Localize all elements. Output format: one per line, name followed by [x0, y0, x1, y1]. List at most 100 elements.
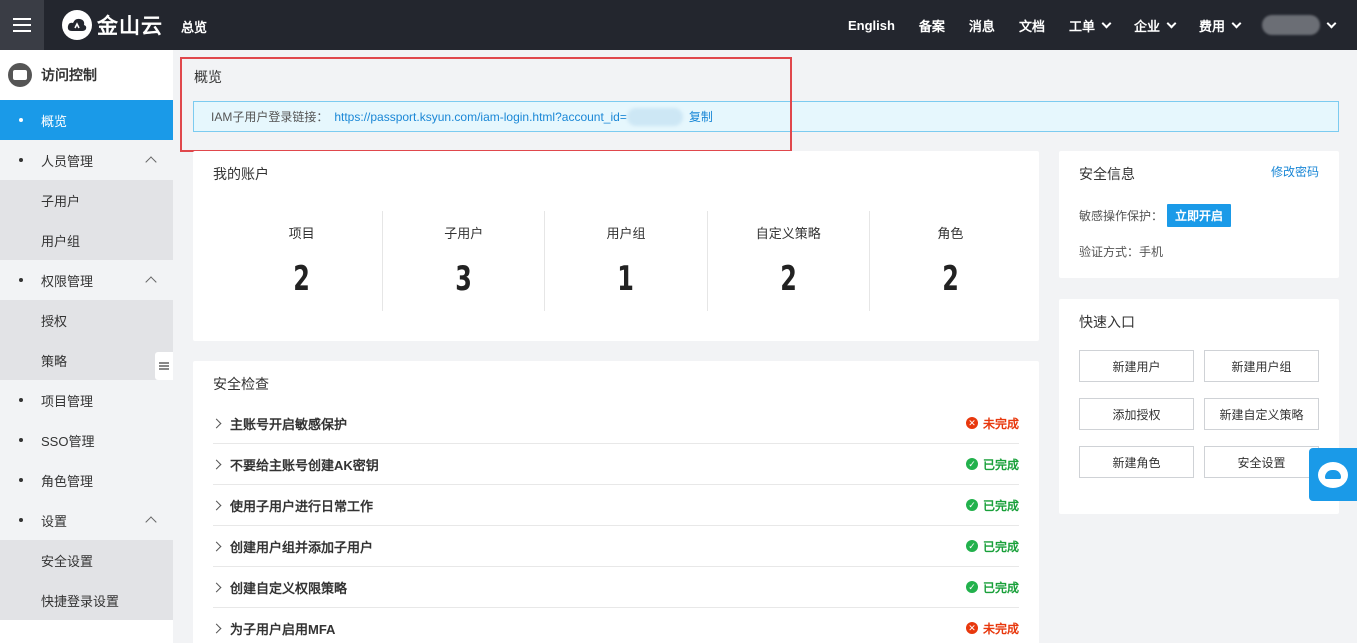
check-label: 为子用户启用MFA	[230, 621, 336, 637]
check-label: 创建自定义权限策略	[230, 580, 348, 596]
bullet-icon	[19, 278, 23, 282]
status-badge: ✓ 已完成	[965, 579, 1019, 596]
nav-label: English	[847, 17, 895, 33]
security-settings-button[interactable]: 安全设置	[1204, 446, 1319, 478]
sidebar-item-label: 权限管理	[41, 273, 94, 289]
card-title: 安全信息	[1079, 166, 1135, 182]
quick-entry-card: 快速入口 新建用户 新建用户组 添加授权 新建自定义策略 新建角色 安全设置	[1059, 299, 1339, 514]
chevron-up-icon	[145, 156, 157, 168]
sidebar-item-label: 项目管理	[41, 393, 94, 409]
nav-label: 消息	[968, 18, 995, 34]
edit-password-link[interactable]: 修改密码	[1271, 163, 1319, 180]
chevron-right-icon	[211, 459, 222, 469]
logo[interactable]: 金山云	[62, 9, 163, 41]
sidebar: 访问控制 概览 人员管理 子用户 用户组 权限管理 授权 策略 项目管理 SSO…	[0, 50, 173, 643]
sidebar-item-subusers[interactable]: 子用户	[0, 180, 173, 220]
sensitive-label: 敏感操作保护：	[1079, 209, 1164, 223]
card-title: 安全检查	[213, 376, 269, 392]
stat-value: 1	[617, 259, 635, 299]
sidebar-item-permissions[interactable]: 权限管理	[0, 260, 173, 300]
nav-messages[interactable]: 消息	[969, 16, 995, 35]
status-badge: ✕ 未完成	[965, 415, 1019, 432]
nav-english[interactable]: English	[848, 18, 895, 33]
sidebar-item-security-settings[interactable]: 安全设置	[0, 540, 173, 580]
stat-roles[interactable]: 角色 2	[868, 211, 1031, 311]
sidebar-item-quick-login-settings[interactable]: 快捷登录设置	[0, 580, 173, 620]
add-grant-button[interactable]: 添加授权	[1079, 398, 1194, 430]
menu-toggle-button[interactable]	[0, 0, 44, 50]
top-nav: English 备案 消息 文档 工单 企业 费用	[824, 0, 1357, 50]
nav-beian[interactable]: 备案	[919, 16, 945, 35]
nav-label: 工单	[1068, 18, 1095, 34]
user-account-menu[interactable]	[1262, 15, 1320, 35]
chevron-right-icon	[211, 541, 222, 551]
enable-now-button[interactable]: 立即开启	[1167, 204, 1232, 227]
status-text: 未完成	[982, 416, 1019, 431]
status-badge: ✓ 已完成	[965, 456, 1019, 473]
check-label: 主账号开启敏感保护	[230, 416, 348, 432]
status-text: 已完成	[982, 539, 1019, 554]
sidebar-item-grants[interactable]: 授权	[0, 300, 173, 340]
new-role-button[interactable]: 新建角色	[1079, 446, 1194, 478]
stat-user-groups[interactable]: 用户组 1	[544, 211, 706, 311]
new-user-button[interactable]: 新建用户	[1079, 350, 1194, 382]
sidebar-item-projects[interactable]: 项目管理	[0, 380, 173, 420]
sidebar-item-people[interactable]: 人员管理	[0, 140, 173, 180]
check-row[interactable]: 主账号开启敏感保护 ✕ 未完成	[211, 403, 1019, 444]
nav-label: 费用	[1198, 18, 1225, 34]
top-overview-link[interactable]: 总览	[181, 17, 207, 36]
check-circle-icon: ✓	[965, 581, 978, 593]
bullet-icon	[19, 398, 23, 402]
sidebar-item-roles[interactable]: 角色管理	[0, 460, 173, 500]
check-circle-icon: ✓	[965, 458, 978, 470]
status-badge: ✕ 未完成	[965, 620, 1019, 637]
sidebar-item-sso[interactable]: SSO管理	[0, 420, 173, 460]
nav-docs[interactable]: 文档	[1019, 16, 1045, 35]
stat-label: 角色	[937, 226, 964, 241]
new-custom-policy-button[interactable]: 新建自定义策略	[1204, 398, 1319, 430]
highlight-box	[180, 57, 792, 152]
stat-label: 子用户	[444, 226, 484, 241]
bullet-icon	[19, 518, 23, 522]
sidebar-item-overview[interactable]: 概览	[0, 100, 173, 140]
floating-help-button[interactable]	[1309, 448, 1357, 501]
stat-value: 2	[779, 259, 797, 299]
nav-label: 企业	[1133, 18, 1160, 34]
sidebar-collapse-button[interactable]	[155, 352, 173, 380]
status-text: 未完成	[982, 621, 1019, 636]
nav-billing[interactable]: 费用	[1198, 16, 1242, 35]
check-label: 使用子用户进行日常工作	[230, 498, 374, 514]
sidebar-item-label: 角色管理	[41, 473, 94, 489]
sidebar-item-policies[interactable]: 策略	[0, 340, 173, 380]
check-row[interactable]: 为子用户启用MFA ✕ 未完成	[211, 608, 1019, 643]
nav-tickets[interactable]: 工单	[1068, 16, 1112, 35]
chevron-down-icon	[1166, 18, 1177, 28]
stat-value: 2	[293, 259, 310, 299]
brand-name: 金山云	[97, 14, 163, 38]
status-badge: ✓ 已完成	[965, 497, 1019, 514]
stat-projects[interactable]: 项目 2	[221, 211, 382, 311]
sidebar-item-label: 快捷登录设置	[41, 593, 120, 609]
check-label: 创建用户组并添加子用户	[230, 539, 374, 555]
check-circle-icon: ✓	[965, 540, 978, 552]
check-row[interactable]: 使用子用户进行日常工作 ✓ 已完成	[211, 485, 1019, 526]
check-row[interactable]: 创建用户组并添加子用户 ✓ 已完成	[211, 526, 1019, 567]
bullet-icon	[19, 158, 23, 162]
nav-enterprise[interactable]: 企业	[1133, 16, 1177, 35]
sidebar-header: 访问控制	[0, 50, 173, 100]
sidebar-item-user-groups[interactable]: 用户组	[0, 220, 173, 260]
check-row[interactable]: 不要给主账号创建AK密钥 ✓ 已完成	[211, 444, 1019, 485]
check-row[interactable]: 创建自定义权限策略 ✓ 已完成	[211, 567, 1019, 608]
chevron-down-icon[interactable]	[1326, 18, 1337, 28]
account-stats: 项目 2 子用户 3 用户组 1 自定义策略 2 角色 2	[221, 211, 1031, 311]
status-text: 已完成	[982, 580, 1019, 595]
new-user-group-button[interactable]: 新建用户组	[1204, 350, 1319, 382]
stat-subusers[interactable]: 子用户 3	[382, 211, 544, 311]
sidebar-item-settings[interactable]: 设置	[0, 500, 173, 540]
sidebar-item-label: 子用户	[41, 193, 81, 209]
stat-custom-policies[interactable]: 自定义策略 2	[706, 211, 869, 311]
status-text: 已完成	[982, 457, 1019, 472]
sidebar-item-label: SSO管理	[41, 433, 95, 449]
chevron-right-icon	[211, 500, 222, 510]
sidebar-title: 访问控制	[41, 67, 97, 83]
